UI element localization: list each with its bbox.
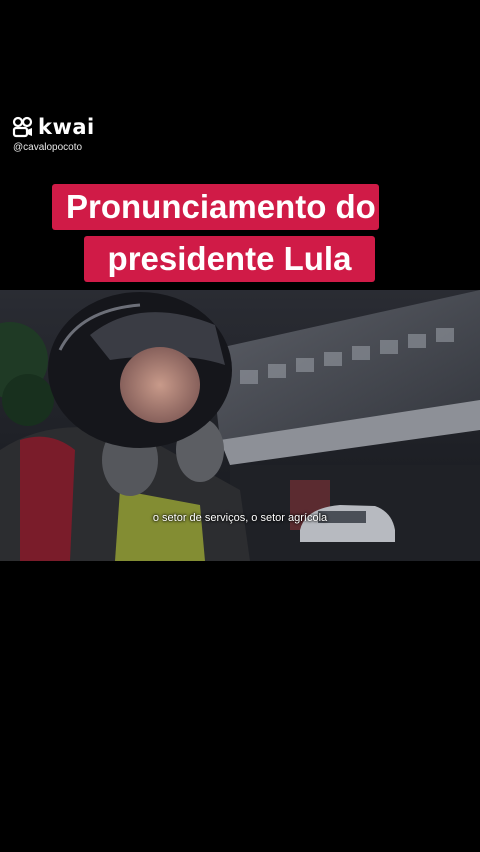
video-subtitle: o setor de serviços, o setor agrícola: [152, 512, 328, 524]
kwai-brand-text: kwai: [38, 115, 95, 139]
kwai-watermark: kwai @cavalopocoto: [12, 116, 95, 153]
video-frame[interactable]: o setor de serviços, o setor agrícola: [0, 290, 480, 561]
creator-handle: @cavalopocoto: [13, 142, 83, 153]
kwai-logo-icon: [12, 116, 33, 138]
title-line-2: presidente Lula: [84, 236, 375, 282]
title-line-1: Pronunciamento do: [52, 184, 379, 230]
